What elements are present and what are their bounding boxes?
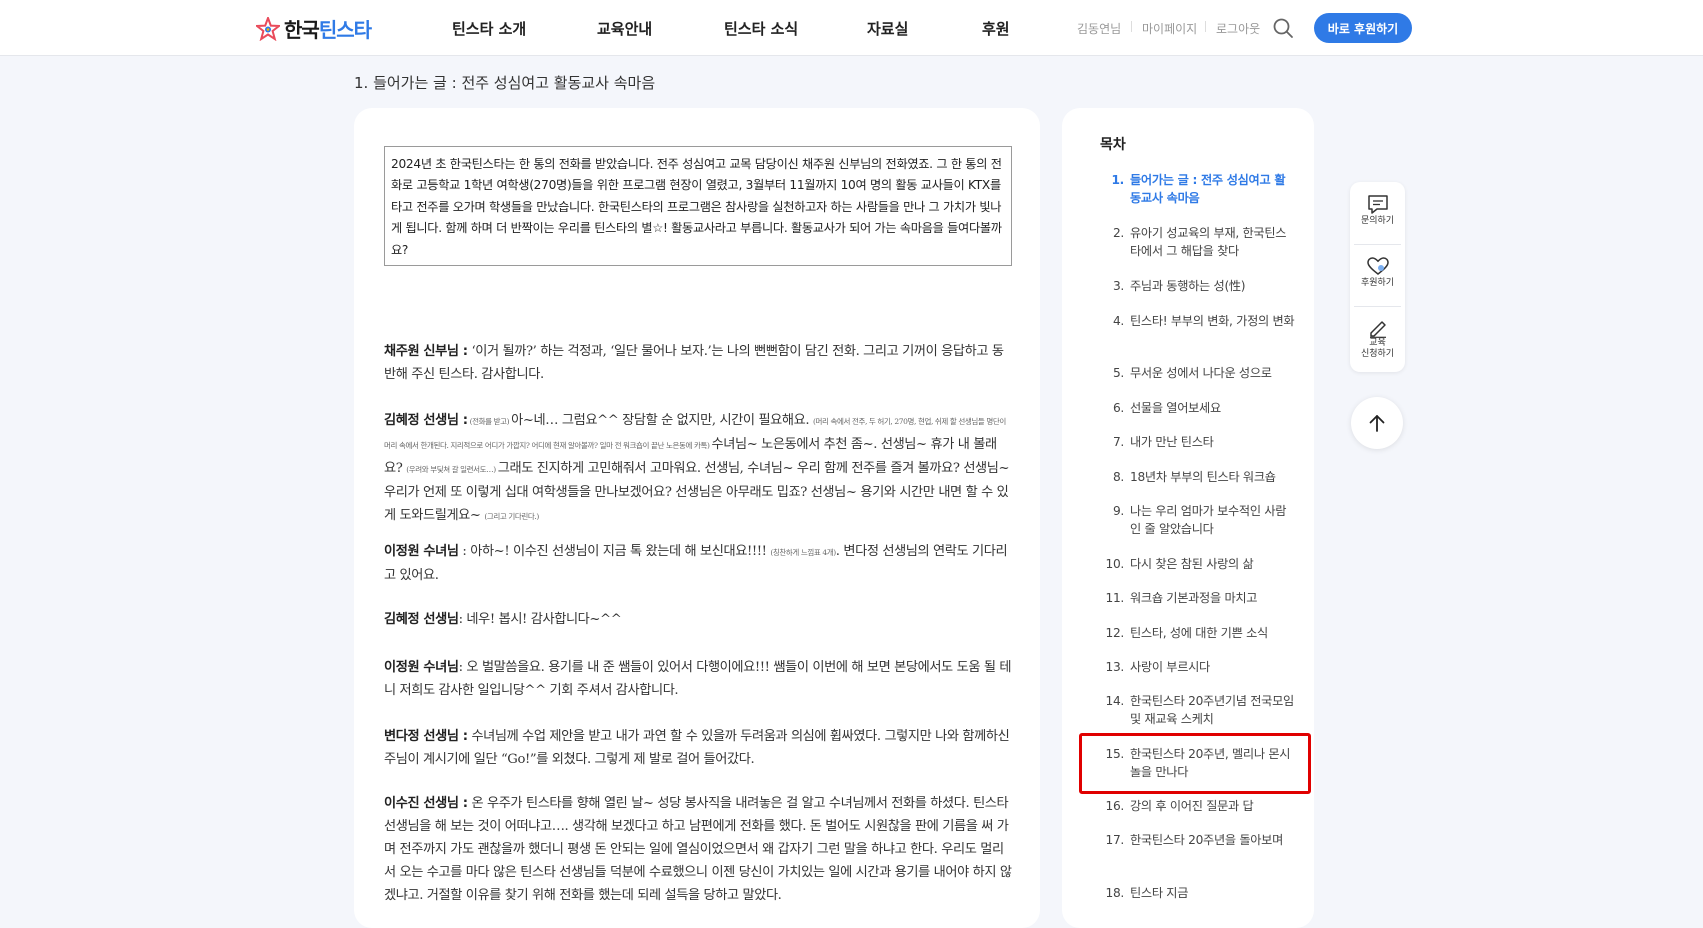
speaker-name: 이정원 수녀님	[384, 544, 459, 559]
dialog-text: : 오 벌말씀을요. 용기를 내 준 쌤들이 있어서 다행이에요!!! 쌤들이 …	[384, 660, 1012, 698]
nav-item-sponsor[interactable]: 후원	[982, 18, 1010, 39]
toc-item-12[interactable]: 12. 틴스타, 성에 대한 기쁜 소식	[1100, 625, 1296, 643]
toc-item-8[interactable]: 8. 18년차 부부의 틴스타 워크숍	[1100, 469, 1296, 487]
article-body: 2024년 초 한국틴스타는 한 통의 전화를 받았습니다. 전주 성심여고 교…	[354, 108, 1040, 928]
chat-icon	[1367, 195, 1388, 214]
highlight-box	[1079, 733, 1311, 794]
nav-item-about[interactable]: 틴스타 소개	[452, 18, 526, 39]
arrow-up-icon	[1369, 415, 1385, 432]
dialog-paragraph: 김혜정 선생님: 네우! 봅시! 감사합니다~^^	[384, 608, 1014, 631]
toc-item-18[interactable]: 18. 틴스타 지금	[1100, 885, 1296, 903]
dialog-aside: (그리고 기다린다.)	[484, 512, 539, 521]
toc-item-7[interactable]: 7. 내가 만난 틴스타	[1100, 434, 1296, 452]
toc-item-2[interactable]: 2. 유아기 성교육의 부재, 한국틴스타에서 그 해답을 찾다	[1100, 225, 1296, 260]
dialog-paragraph: 채주원 신부님 : ‘이거 될까?’ 하는 걱정과, ‘일단 물어나 보자.’는…	[384, 340, 1014, 386]
quick-menu: 문의하기 후원하기 교육 신청하기	[1350, 182, 1405, 372]
nav-item-news[interactable]: 틴스타 소식	[724, 18, 798, 39]
site-header: 한국틴스타 틴스타 소개 교육안내 틴스타 소식 자료실 후원 김동연님 마이페…	[0, 0, 1703, 56]
toc-item-9[interactable]: 9. 나는 우리 엄마가 보수적인 사람인 줄 알았습니다	[1100, 503, 1296, 538]
site-logo[interactable]: 한국틴스타	[256, 14, 372, 43]
dialog-text: 수녀님께 수업 제안을 받고 내가 과연 할 수 있을까 두려움과 의심에 휩싸…	[384, 729, 1010, 767]
dialog-text: ‘이거 될까?’ 하는 걱정과, ‘일단 물어나 보자.’는 나의 뻔뻔함이 담…	[384, 344, 1004, 382]
dialog-text: : 네우! 봅시! 감사합니다~^^	[458, 612, 622, 627]
toc-item-1[interactable]: 1. 들어가는 글 : 전주 성심여고 활동교사 속마음	[1100, 172, 1296, 207]
speaker-name: 김혜정 선생님	[384, 612, 459, 627]
toc-item-16[interactable]: 16. 강의 후 이어진 질문과 답	[1100, 798, 1296, 816]
heart-hand-icon	[1366, 257, 1389, 275]
quick-divider	[1354, 244, 1401, 245]
toc-item-14[interactable]: 14. 한국틴스타 20주년기념 전국모임 및 재교육 스케치	[1100, 693, 1296, 728]
pencil-icon	[1369, 321, 1386, 338]
toc-item-6[interactable]: 6. 선물을 열어보세요	[1100, 400, 1296, 418]
dialog-paragraph: 이정원 수녀님: 오 벌말씀을요. 용기를 내 준 쌤들이 있어서 다행이에요!…	[384, 656, 1014, 702]
scroll-top-button[interactable]	[1351, 397, 1403, 449]
nav-item-education[interactable]: 교육안내	[597, 18, 652, 39]
speaker-name: 채주원 신부님 :	[384, 344, 468, 359]
education-apply-button[interactable]: 교육 신청하기	[1350, 318, 1405, 360]
toc-item-17[interactable]: 17. 한국틴스타 20주년을 돌아보며	[1100, 832, 1296, 850]
user-name-link[interactable]: 김동연님	[1077, 20, 1121, 37]
toc-title: 목차	[1100, 137, 1126, 153]
toc-item-4[interactable]: 4. 틴스타! 부부의 변화, 가정의 변화	[1100, 313, 1296, 331]
toc-item-5[interactable]: 5. 무서운 성에서 나다운 성으로	[1100, 365, 1296, 383]
search-icon[interactable]	[1272, 17, 1294, 39]
toc-item-3[interactable]: 3. 주님과 동행하는 성(性)	[1100, 278, 1296, 296]
dialog-text: : 아하~! 이수진 선생님이 지금 톡 왔는데 해 보신대요!!!!	[458, 544, 771, 559]
util-divider	[1205, 21, 1206, 32]
logo-star-icon	[256, 16, 280, 41]
mypage-link[interactable]: 마이페이지	[1142, 20, 1197, 37]
speaker-name: 김혜정 선생님 :	[384, 413, 468, 428]
logo-text: 한국틴스타	[284, 18, 372, 42]
dialog-paragraph: 변다정 선생님 : 수녀님께 수업 제안을 받고 내가 과연 할 수 있을까 두…	[384, 725, 1014, 771]
quick-divider	[1354, 306, 1401, 307]
dialog-aside: (칭찬하게 느낌표 4개)	[770, 548, 836, 557]
toc-item-13[interactable]: 13. 사랑이 부르시다	[1100, 659, 1296, 677]
section-title: 1. 들어가는 글 : 전주 성심여고 활동교사 속마음	[354, 74, 656, 92]
speaker-name: 이정원 수녀님	[384, 660, 459, 675]
nav-item-resources[interactable]: 자료실	[867, 18, 908, 39]
speaker-name: 이수진 선생님 :	[384, 796, 468, 811]
toc-item-11[interactable]: 11. 워크숍 기본과정을 마치고	[1100, 590, 1296, 608]
dialog-paragraph: 김혜정 선생님 : (전화를 받고) 아~네… 그럼요^^ 장담할 순 없지만,…	[384, 409, 1014, 528]
sponsor-button[interactable]: 후원하기	[1350, 256, 1405, 289]
dialog-paragraph: 이수진 선생님 : 온 우주가 틴스타를 향해 열린 날~ 성당 봉사직을 내려…	[384, 792, 1014, 907]
dialog-aside: (전화를 받고)	[467, 417, 512, 426]
dialog-paragraph: 이정원 수녀님 : 아하~! 이수진 선생님이 지금 톡 왔는데 해 보신대요!…	[384, 540, 1014, 587]
donate-now-button[interactable]: 바로 후원하기	[1314, 13, 1412, 43]
speaker-name: 변다정 선생님 :	[384, 729, 468, 744]
util-divider	[1131, 21, 1132, 32]
toc-item-10[interactable]: 10. 다시 찾은 참된 사랑의 삶	[1100, 556, 1296, 574]
dialog-text: 온 우주가 틴스타를 향해 열린 날~ 성당 봉사직을 내려놓은 걸 알고 수녀…	[384, 796, 1012, 903]
dialog-aside: (우려와 부딪쳐 갈 일련서도…)	[406, 465, 498, 474]
logout-link[interactable]: 로그아웃	[1216, 20, 1260, 37]
intro-box: 2024년 초 한국틴스타는 한 통의 전화를 받았습니다. 전주 성심여고 교…	[384, 146, 1012, 266]
dialog-text: 아~네… 그럼요^^ 장담할 순 없지만, 시간이 필요해요.	[511, 413, 813, 428]
table-of-contents: 목차 1. 들어가는 글 : 전주 성심여고 활동교사 속마음 2. 유아기 성교육…	[1062, 108, 1314, 928]
inquiry-button[interactable]: 문의하기	[1350, 194, 1405, 227]
